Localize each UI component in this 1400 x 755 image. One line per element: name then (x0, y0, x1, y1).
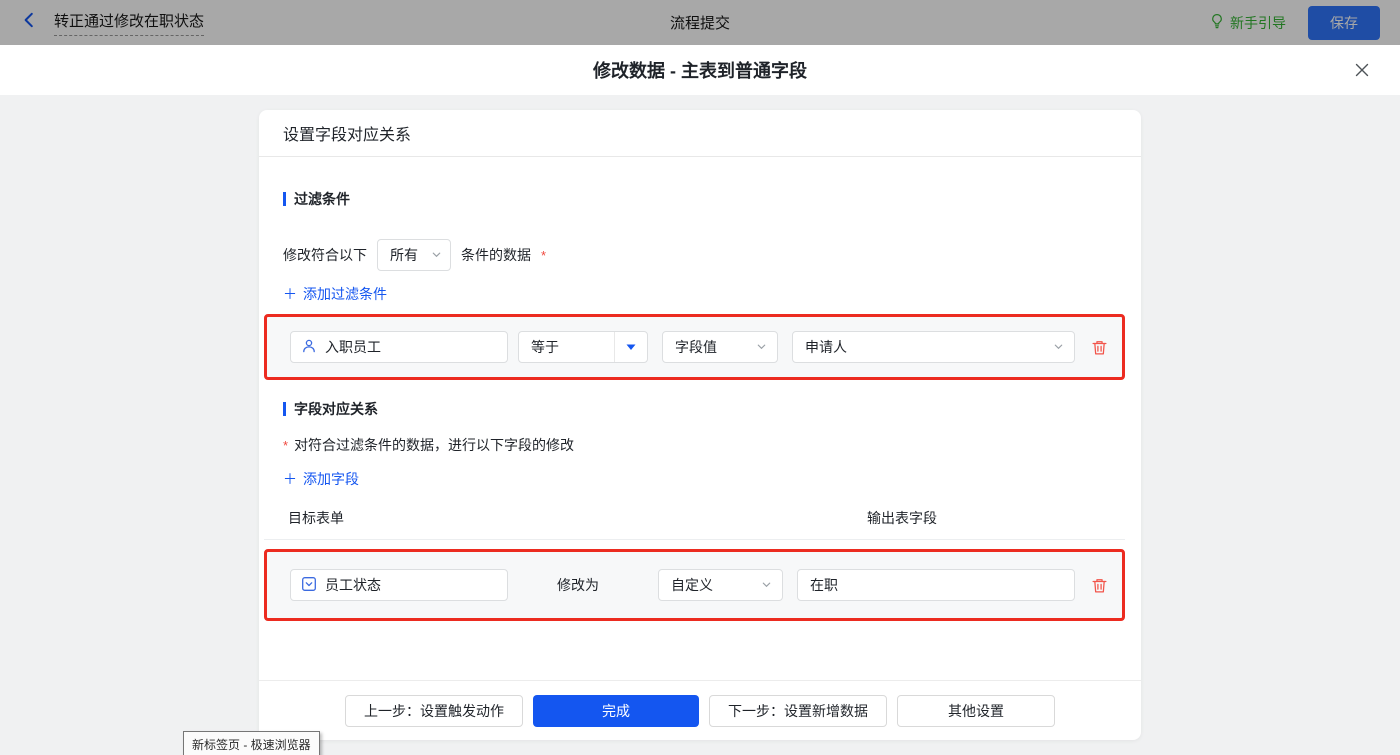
person-icon (301, 338, 317, 357)
column-header-output-field: 输出表字段 (867, 510, 937, 526)
add-filter-condition-link[interactable]: ＋ 添加过滤条件 (283, 284, 387, 304)
select-field-icon (301, 576, 317, 595)
operator-value: 等于 (531, 339, 559, 355)
lightbulb-icon (1209, 13, 1225, 32)
delete-mapping-trash-icon[interactable] (1091, 577, 1108, 594)
page-title: 流程提交 (669, 15, 730, 32)
done-button[interactable]: 完成 (533, 694, 699, 727)
mapping-card: 设置字段对应关系 过滤条件 修改符合以下 所有 条件的数据 * ＋ 添加过滤条件… (259, 110, 1141, 740)
beginner-guide-label: 新手引导 (1230, 14, 1286, 31)
condition-field-value: 入职员工 (325, 339, 381, 355)
filter-match-line: 修改符合以下 所有 条件的数据 * (283, 239, 1117, 271)
condition-row-highlight: 入职员工 等于 字段值 申请人 (264, 314, 1125, 380)
value-mode-value: 自定义 (671, 577, 713, 593)
beginner-guide-link[interactable]: 新手引导 (1209, 13, 1286, 33)
mapping-row-highlight: 员工状态 修改为 自定义 在职 (264, 549, 1125, 621)
add-field-link[interactable]: ＋ 添加字段 (283, 469, 359, 489)
section-accent-bar (283, 402, 286, 416)
filter-prefix-label: 修改符合以下 (283, 247, 367, 263)
modal-title: 修改数据 - 主表到普通字段 (593, 61, 807, 81)
mapping-section-label: 字段对应关系 (294, 401, 378, 417)
top-bar: 流程提交 转正通过修改在职状态 新手引导 保存 (0, 0, 1400, 45)
mapping-description: 对符合过滤条件的数据，进行以下字段的修改 (294, 437, 575, 453)
custom-value-input[interactable]: 在职 (797, 569, 1075, 601)
condition-field-input[interactable]: 入职员工 (290, 331, 508, 363)
match-mode-value: 所有 (390, 247, 418, 263)
filter-suffix-label: 条件的数据 (461, 247, 531, 263)
mapping-section-title: 字段对应关系 (283, 399, 1117, 419)
delete-condition-trash-icon[interactable] (1091, 339, 1108, 356)
required-asterisk: * (541, 247, 547, 263)
flow-name[interactable]: 转正通过修改在职状态 (54, 10, 205, 36)
modal-body: 设置字段对应关系 过滤条件 修改符合以下 所有 条件的数据 * ＋ 添加过滤条件… (0, 95, 1400, 755)
save-button[interactable]: 保存 (1308, 5, 1380, 40)
column-header-target-form: 目标表单 (288, 510, 344, 526)
condition-value: 申请人 (805, 339, 847, 355)
value-type-select[interactable]: 字段值 (662, 331, 778, 363)
card-header-title: 设置字段对应关系 (259, 110, 1141, 157)
next-step-button[interactable]: 下一步：设置新增数据 (709, 694, 887, 727)
screen: 流程提交 转正通过修改在职状态 新手引导 保存 修改数据 - 主表到普通字段 设… (0, 0, 1400, 755)
back-chevron-icon (20, 11, 38, 34)
plus-icon: ＋ (283, 471, 297, 487)
operator-select[interactable]: 等于 (518, 331, 648, 363)
triangle-down-icon (614, 332, 647, 362)
column-divider (264, 539, 1125, 540)
close-icon[interactable] (1350, 58, 1374, 82)
filter-section-label: 过滤条件 (294, 191, 350, 207)
chevron-down-icon (756, 339, 767, 355)
browser-status-tooltip: 新标签页 - 极速浏览器 (183, 731, 320, 755)
required-asterisk: * (283, 437, 289, 453)
condition-value-select[interactable]: 申请人 (792, 331, 1075, 363)
match-mode-select[interactable]: 所有 (377, 239, 451, 271)
chevron-down-icon (761, 577, 772, 593)
value-type-value: 字段值 (675, 339, 717, 355)
mapping-column-headers: 目标表单 输出表字段 (283, 508, 1117, 528)
chevron-down-icon (1053, 339, 1064, 355)
back-button[interactable] (20, 11, 38, 34)
target-field-input[interactable]: 员工状态 (290, 569, 508, 601)
prev-step-button[interactable]: 上一步：设置触发动作 (345, 694, 523, 727)
target-field-value: 员工状态 (325, 577, 381, 593)
card-content: 过滤条件 修改符合以下 所有 条件的数据 * ＋ 添加过滤条件 入职员工 等于 … (259, 157, 1141, 680)
value-mode-select[interactable]: 自定义 (658, 569, 783, 601)
add-field-label: 添加字段 (303, 471, 359, 487)
mapping-description-line: * 对符合过滤条件的数据，进行以下字段的修改 (283, 435, 1117, 455)
plus-icon: ＋ (283, 286, 297, 302)
modal-title-bar: 修改数据 - 主表到普通字段 (0, 45, 1400, 95)
other-settings-button[interactable]: 其他设置 (897, 694, 1055, 727)
modify-to-label: 修改为 (557, 577, 599, 593)
chevron-down-icon (431, 247, 442, 263)
filter-section-title: 过滤条件 (283, 189, 1117, 209)
edit-data-modal: 修改数据 - 主表到普通字段 设置字段对应关系 过滤条件 修改符合以下 所有 条… (0, 45, 1400, 755)
section-accent-bar (283, 192, 286, 206)
card-footer: 上一步：设置触发动作 完成 下一步：设置新增数据 其他设置 (259, 680, 1141, 740)
add-filter-condition-label: 添加过滤条件 (303, 286, 387, 302)
